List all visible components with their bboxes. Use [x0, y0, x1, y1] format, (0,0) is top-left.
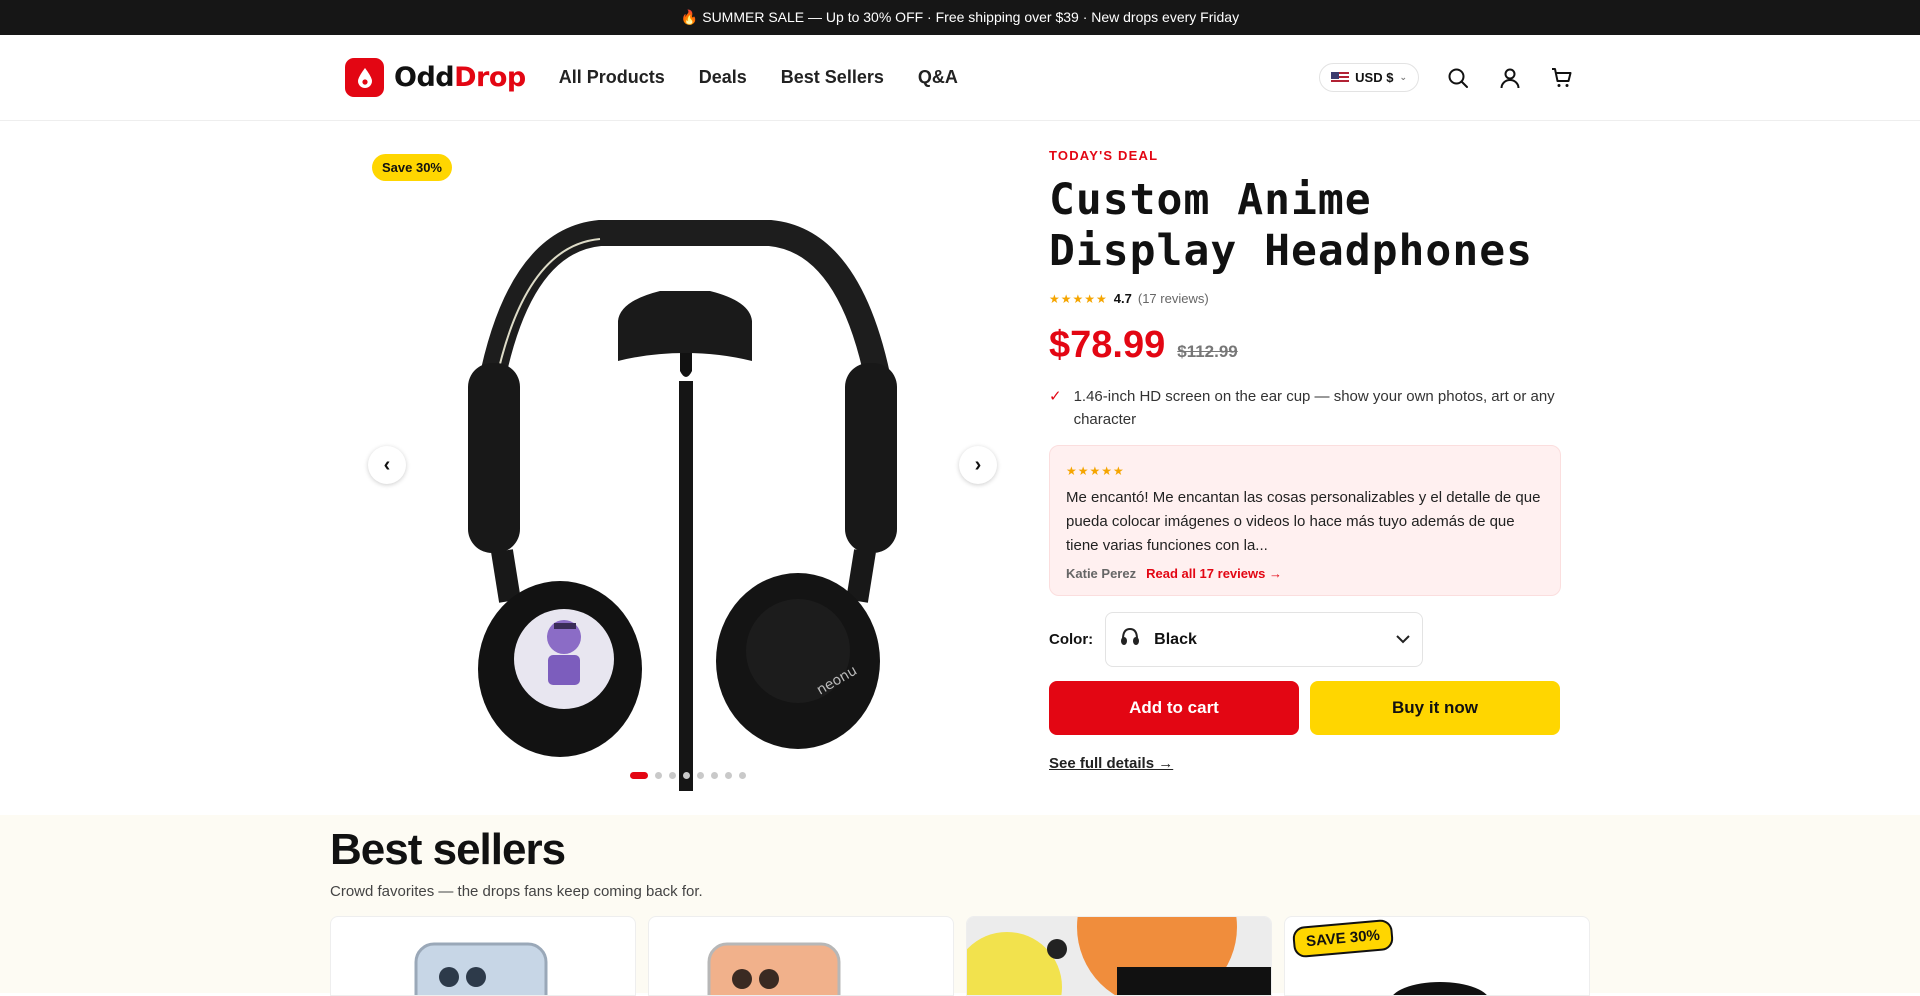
currency-selector[interactable]: USD $ ⌄ [1319, 63, 1419, 92]
full-details-link[interactable]: See full details → [1049, 755, 1173, 772]
product-card-image [967, 917, 1271, 995]
gallery-dot[interactable] [683, 772, 690, 779]
best-sellers-section: Best sellers Crowd favorites — the drops… [0, 815, 1920, 996]
main-nav: All Products Deals Best Sellers Q&A [559, 67, 958, 88]
deal-eyebrow: TODAY'S DEAL [1049, 148, 1159, 163]
product-gallery: neonu Save 30% ‹ › [360, 121, 1000, 791]
nav-best-sellers[interactable]: Best Sellers [781, 67, 884, 88]
reviewer-name: Katie Perez [1066, 566, 1137, 581]
read-all-reviews-link[interactable]: Read all 17 reviews → [1146, 566, 1282, 581]
next-image-button[interactable]: › [959, 446, 997, 484]
color-select[interactable]: Black [1105, 612, 1424, 667]
product-card[interactable] [966, 916, 1272, 996]
cart-icon[interactable] [1549, 65, 1575, 91]
gallery-dots [630, 772, 746, 779]
product-rating[interactable]: ★★★★★ 4.7 (17 reviews) [1049, 291, 1561, 306]
drop-icon [345, 58, 384, 97]
chevron-right-icon: › [974, 453, 982, 476]
chevron-left-icon: ‹ [383, 453, 391, 476]
product-title: Custom Anime Display Headphones [1049, 175, 1533, 276]
gallery-dot[interactable] [655, 772, 662, 779]
color-option: Color: Black [1049, 612, 1561, 667]
product-card-image [707, 942, 841, 995]
logo-text-drop: Drop [454, 62, 526, 93]
check-icon: ✓ [1049, 388, 1062, 405]
site-header: OddDrop All Products Deals Best Sellers … [0, 35, 1920, 121]
product-card[interactable]: SAVE 30% [1284, 916, 1590, 996]
nav-all-products[interactable]: All Products [559, 67, 665, 88]
product-card[interactable] [330, 916, 636, 996]
nav-deals[interactable]: Deals [699, 67, 747, 88]
save-badge: Save 30% [372, 154, 452, 181]
gallery-dot[interactable] [630, 772, 648, 779]
product-image: neonu [468, 220, 897, 791]
account-icon[interactable] [1497, 65, 1523, 91]
color-label: Color: [1049, 631, 1094, 648]
headphones-swatch-icon [1118, 625, 1142, 654]
product-card-image [414, 942, 548, 995]
rating-stars: ★★★★★ [1049, 291, 1108, 306]
search-icon[interactable] [1445, 65, 1471, 91]
logo[interactable]: OddDrop [345, 58, 526, 97]
currency-label: USD $ [1355, 70, 1394, 85]
gallery-dot[interactable] [669, 772, 676, 779]
best-sellers-subtitle: Crowd favorites — the drops fans keep co… [330, 883, 703, 900]
product-card[interactable] [648, 916, 954, 996]
price-block: $78.99 $112.99 [1049, 324, 1561, 367]
buy-now-button[interactable]: Buy it now [1310, 681, 1560, 735]
review-card: ★★★★★ Me encantó! Me encantan las cosas … [1049, 445, 1561, 596]
product-info: TODAY'S DEAL Custom Anime Display Headph… [1049, 148, 1561, 773]
review-text: Me encantó! Me encantan las cosas person… [1066, 489, 1541, 554]
compare-price: $112.99 [1177, 342, 1238, 361]
feature-text: 1.46-inch HD screen on the ear cup — sho… [1073, 388, 1555, 428]
color-value: Black [1154, 630, 1197, 648]
feature-item: ✓ 1.46-inch HD screen on the ear cup — s… [1049, 385, 1561, 431]
best-sellers-title: Best sellers [330, 825, 566, 874]
add-to-cart-button[interactable]: Add to cart [1049, 681, 1299, 735]
gallery-dot[interactable] [725, 772, 732, 779]
logo-text-odd: Odd [394, 62, 455, 93]
sale-price: $78.99 [1049, 324, 1166, 366]
announcement-bar: 🔥 SUMMER SALE — Up to 30% OFF · Free shi… [0, 0, 1920, 35]
product-section: neonu Save 30% ‹ › TODAY'S DEAL Custom A… [0, 121, 1920, 815]
chevron-down-icon: ⌄ [1399, 72, 1407, 82]
rating-value: 4.7 [1113, 291, 1132, 306]
gallery-dot[interactable] [711, 772, 718, 779]
gallery-dot[interactable] [697, 772, 704, 779]
review-count: (17 reviews) [1137, 291, 1209, 306]
chevron-down-icon [1396, 631, 1410, 649]
us-flag-icon [1331, 71, 1350, 84]
review-stars: ★★★★★ [1066, 464, 1125, 478]
nav-qa[interactable]: Q&A [918, 67, 958, 88]
gallery-dot[interactable] [739, 772, 746, 779]
announcement-text: 🔥 SUMMER SALE — Up to 30% OFF · Free shi… [680, 9, 1240, 25]
prev-image-button[interactable]: ‹ [368, 446, 406, 484]
